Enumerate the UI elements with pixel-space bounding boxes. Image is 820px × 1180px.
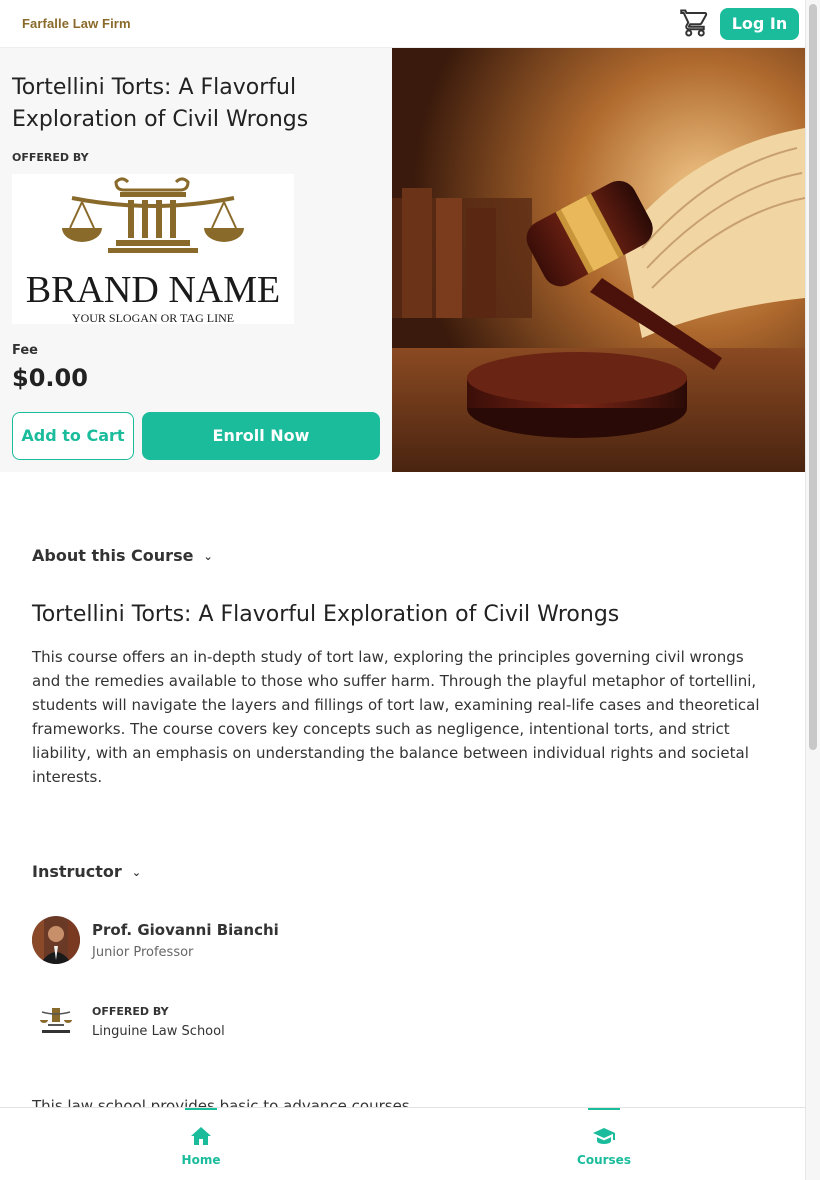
nav-courses[interactable]: Courses — [554, 1108, 654, 1180]
about-course-toggle[interactable]: About this Course ⌄ — [32, 546, 213, 565]
logo-brand-name: BRAND NAME — [26, 269, 280, 311]
login-button[interactable]: Log In — [720, 8, 799, 40]
provider-logo: BRAND NAME YOUR SLOGAN OR TAG LINE — [12, 174, 294, 325]
about-course-title: Tortellini Torts: A Flavorful Exploratio… — [32, 602, 620, 627]
about-course-heading: About this Course — [32, 546, 194, 565]
fee-value: $0.00 — [12, 364, 88, 392]
course-title: Tortellini Torts: A Flavorful Exploratio… — [12, 75, 309, 132]
chevron-down-icon: ⌄ — [131, 866, 142, 879]
logo-slogan: YOUR SLOGAN OR TAG LINE — [72, 311, 234, 324]
about-course-description: This course offers an in-depth study of … — [32, 648, 760, 786]
nav-home-indicator — [185, 1108, 217, 1110]
school-offered-by-label: OFFERED BY — [92, 1005, 169, 1018]
nav-courses-indicator — [588, 1108, 620, 1110]
add-to-cart-button[interactable]: Add to Cart — [12, 412, 134, 460]
school-name[interactable]: Linguine Law School — [92, 1024, 225, 1039]
page-scrollbar[interactable] — [805, 0, 820, 1180]
instructor-heading: Instructor — [32, 862, 122, 881]
fee-label: Fee — [12, 343, 38, 358]
top-header: Farfalle Law Firm Log In — [0, 0, 805, 48]
instructor-name[interactable]: Prof. Giovanni Bianchi — [92, 921, 279, 939]
course-hero-panel: Tortellini Torts: A Flavorful Exploratio… — [0, 48, 392, 472]
school-logo — [36, 1004, 76, 1040]
bottom-navigation: Home Courses — [0, 1107, 805, 1180]
shopping-cart-icon — [680, 9, 708, 37]
chevron-down-icon: ⌄ — [203, 550, 213, 563]
site-brand[interactable]: Farfalle Law Firm — [22, 16, 131, 31]
enroll-now-button[interactable]: Enroll Now — [142, 412, 380, 460]
scrollbar-thumb[interactable] — [809, 4, 817, 750]
instructor-role: Junior Professor — [92, 945, 194, 960]
instructor-avatar — [32, 916, 80, 964]
offered-by-label: OFFERED BY — [12, 151, 89, 164]
instructor-toggle[interactable]: Instructor ⌄ — [32, 862, 141, 881]
nav-home[interactable]: Home — [151, 1108, 251, 1180]
course-hero-image — [392, 48, 805, 472]
cart-button[interactable] — [680, 8, 710, 38]
nav-courses-label: Courses — [577, 1153, 631, 1167]
graduation-cap-icon — [593, 1128, 615, 1144]
home-icon — [191, 1127, 211, 1145]
nav-home-label: Home — [181, 1153, 221, 1167]
